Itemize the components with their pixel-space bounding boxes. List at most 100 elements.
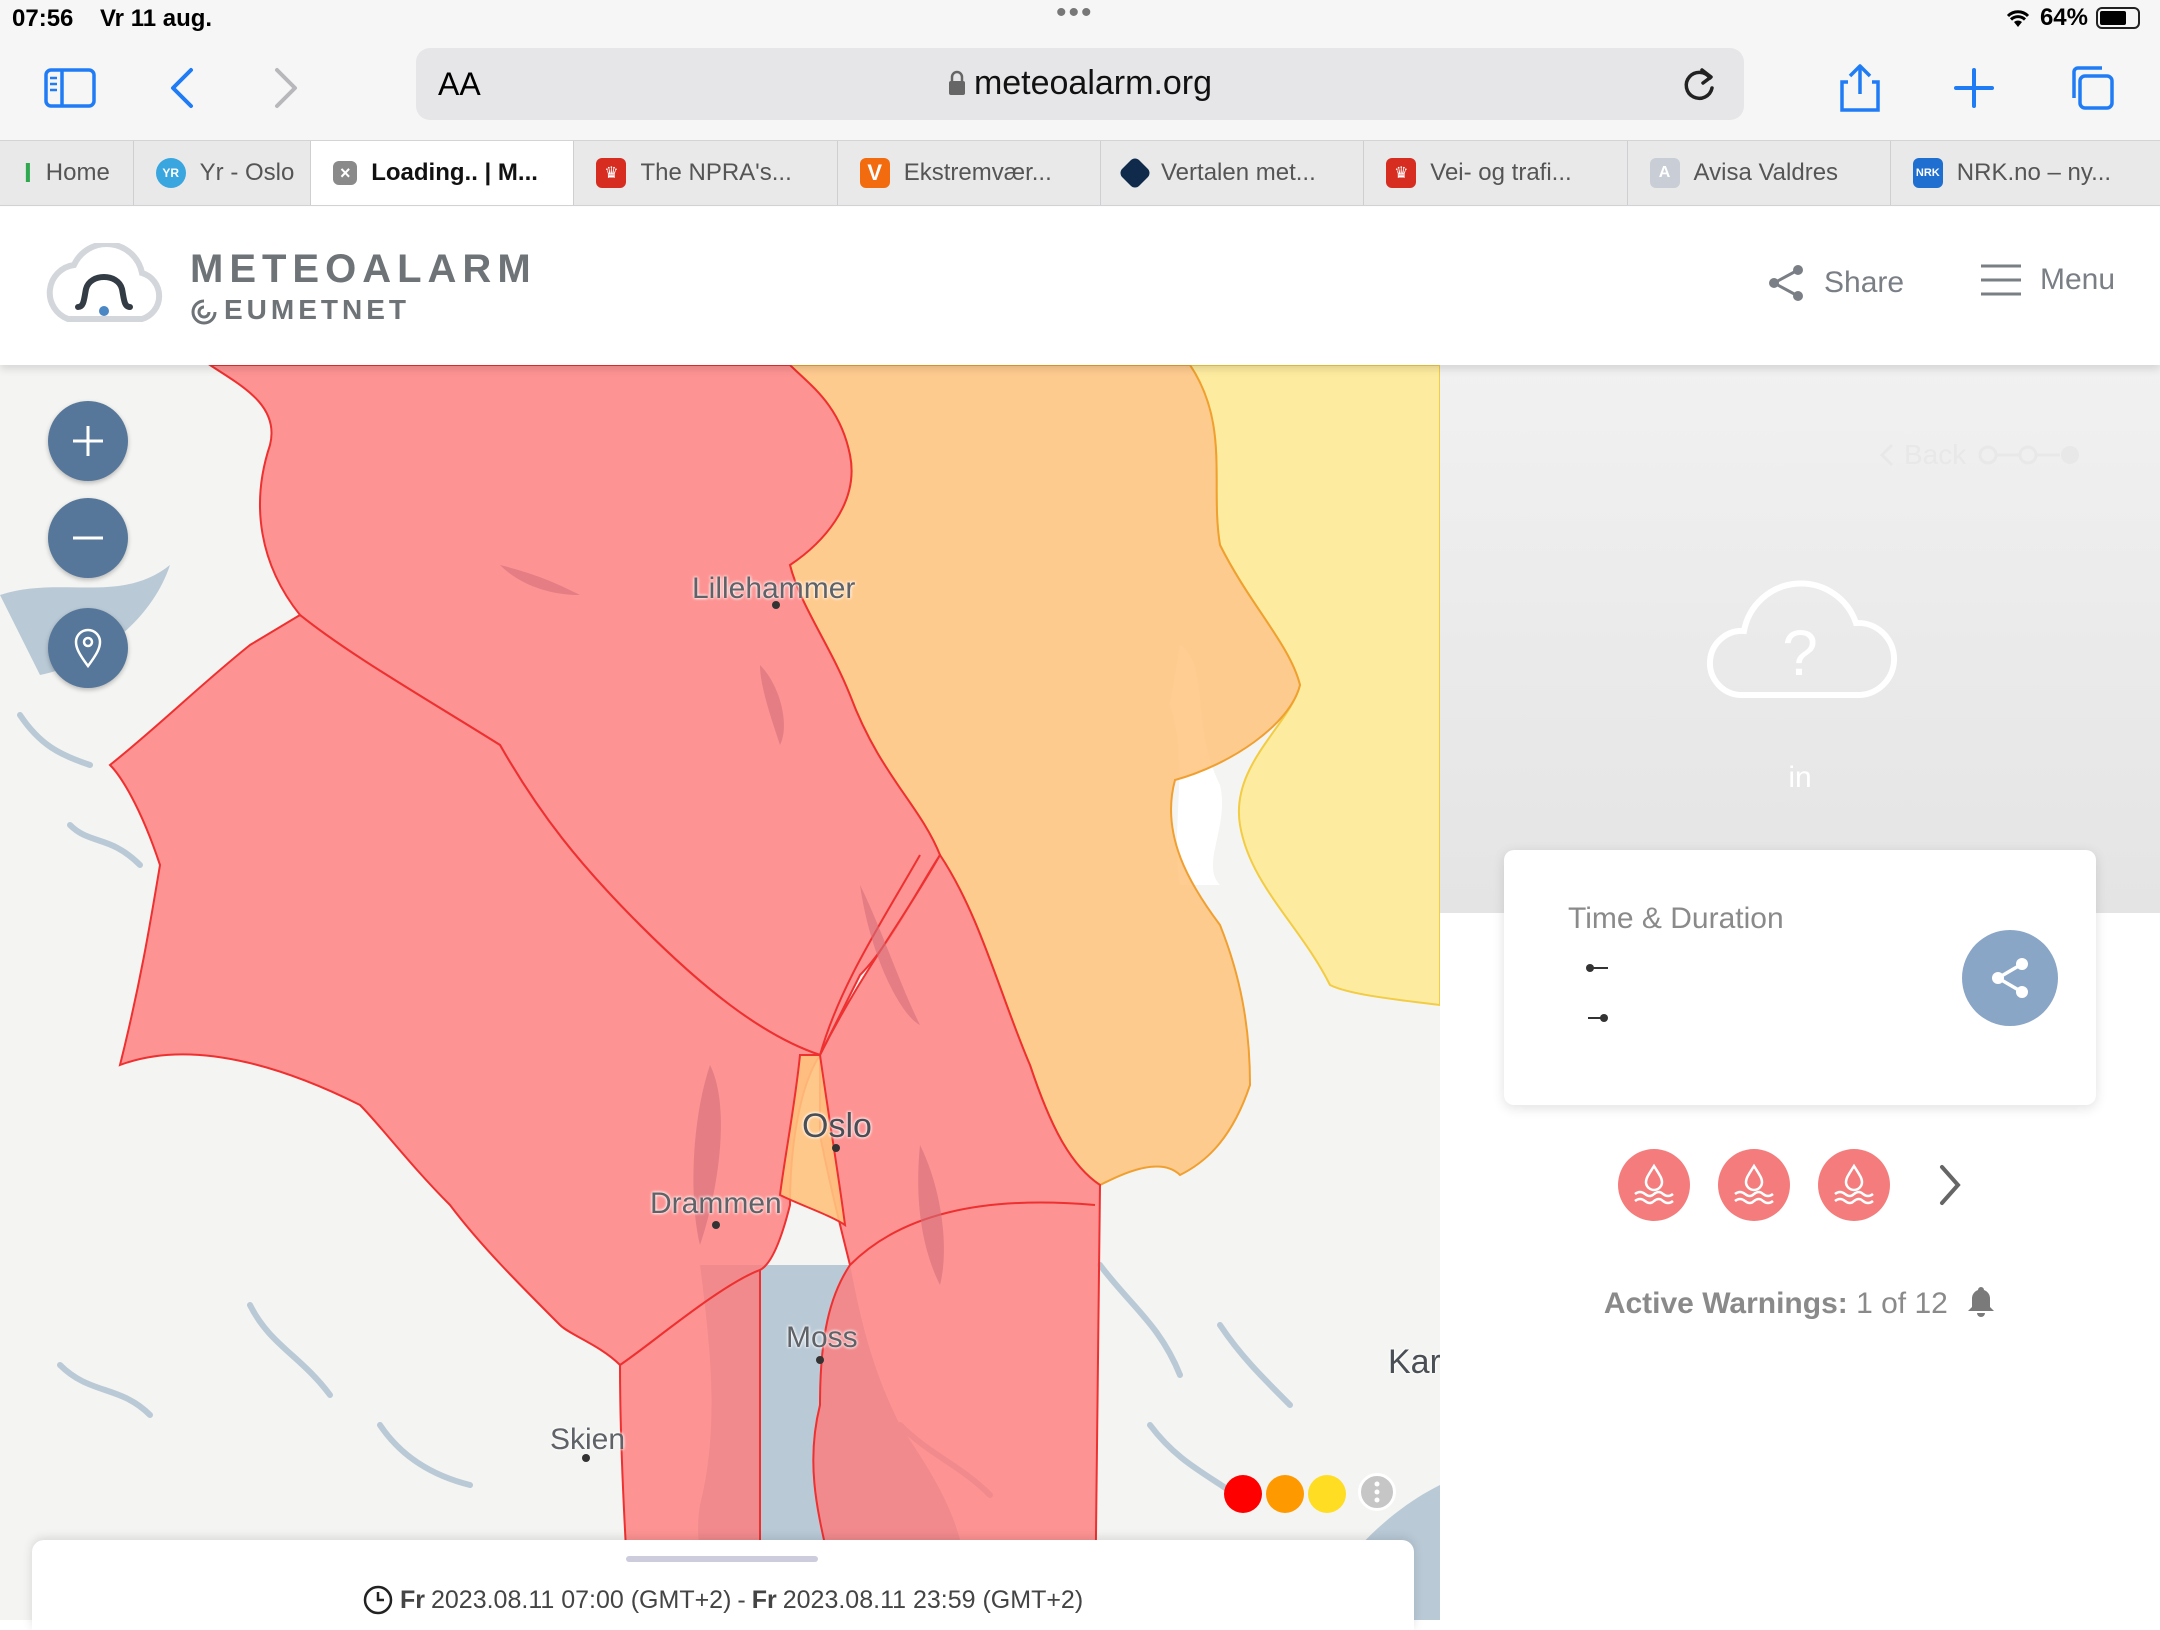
share-label: Share (1824, 266, 1905, 299)
time-to: 2023.08.11 23:59 (GMT+2) (782, 1585, 1084, 1614)
tab-bar: I Home YR Yr - Oslo × Loading.. | M... ♛… (0, 140, 2160, 206)
plus-icon (73, 426, 103, 456)
card-share-button[interactable] (1962, 930, 2058, 1026)
card-title: Time & Duration (1568, 902, 1784, 935)
tab-label: Home (45, 159, 110, 186)
tab-meteoalarm-active[interactable]: × Loading.. | M... (311, 141, 575, 205)
region-in-label: in (1788, 761, 1812, 794)
menu-label: Menu (2040, 263, 2116, 296)
menu-button[interactable]: Menu (1980, 263, 2115, 297)
active-warnings: Active Warnings: 1 of 12 (1440, 1285, 2160, 1321)
stepper-progress-icon (1978, 445, 2080, 465)
warning-panel: Back ? in Time & Duration Active Warning… (1440, 365, 2160, 1620)
brand-title: METEOALARM (190, 247, 537, 291)
share-nodes-icon (1992, 958, 2028, 998)
warning-panel-header: Back ? in (1440, 365, 2160, 913)
legend-info-button[interactable] (1358, 1473, 1396, 1511)
unknown-weather-icon: ? (1707, 580, 1898, 698)
eumetnet-swirl-icon (191, 299, 217, 325)
active-warnings-count: 1 of 12 (1856, 1287, 1948, 1320)
time-from: 2023.08.11 07:00 (GMT+2) (431, 1585, 732, 1614)
locate-me-button[interactable] (48, 608, 128, 688)
time-range-bar[interactable]: Fr 2023.08.11 07:00 (GMT+2) - Fr 2023.08… (32, 1540, 1414, 1630)
tab-npra[interactable]: ♛ The NPRA's... (574, 141, 838, 205)
map-label-oslo: Oslo (802, 1107, 872, 1145)
status-time: 07:56 (12, 5, 74, 32)
tab-label: The NPRA's... (640, 159, 792, 186)
avisa-favicon-icon: A (1649, 158, 1680, 188)
warning-map[interactable]: Lillehammer Oslo Drammen Moss Skien Kar (0, 365, 1440, 1620)
hamburger-menu-icon (1981, 264, 2021, 296)
time-to-day: Fr (751, 1585, 777, 1614)
brand-subtitle: EUMETNET (190, 294, 537, 326)
new-tab-icon[interactable] (1944, 58, 2004, 118)
share-icon[interactable] (1830, 58, 1890, 118)
reload-icon[interactable] (1680, 64, 1718, 104)
tab-label: Loading.. | M... (371, 159, 538, 186)
npra-favicon-icon: ♛ (596, 158, 627, 188)
map-label-skien: Skien (550, 1423, 626, 1456)
map-label-drammen: Drammen (650, 1187, 782, 1220)
tab-ekstremvaer[interactable]: V Ekstremvær... (838, 141, 1101, 205)
meteoalarm-logo-icon[interactable] (38, 243, 170, 329)
battery-percentage: 64% (2039, 4, 2088, 31)
map-label-lillehammer: Lillehammer (692, 572, 856, 605)
close-tab-icon[interactable]: × (333, 161, 358, 185)
legend-orange-dot (1266, 1475, 1304, 1513)
svg-text:?: ? (1782, 617, 1818, 689)
time-from-day: Fr (400, 1585, 425, 1614)
tab-label: NRK.no – ny... (1956, 159, 2112, 186)
location-pin-icon (74, 628, 102, 668)
tab-label: Ekstremvær... (903, 159, 1052, 186)
back-label: Back (1904, 439, 1967, 470)
npra-favicon-icon: ♛ (1386, 158, 1417, 188)
tab-label: Vei- og trafi... (1430, 159, 1572, 186)
share-button[interactable]: Share (1766, 263, 1904, 303)
wifi-icon (2006, 10, 2030, 27)
legend-red-dot (1224, 1475, 1262, 1513)
more-vertical-icon (1374, 1481, 1380, 1503)
tab-nrk[interactable]: NRK NRK.no – ny... (1891, 141, 2160, 205)
browser-toolbar: AA meteoalarm.org (0, 40, 2160, 140)
zoom-out-button[interactable] (48, 498, 128, 578)
drag-handle[interactable] (626, 1556, 818, 1562)
site-header: METEOALARM EUMETNET Share Menu (0, 207, 2160, 365)
tab-overview-icon[interactable] (2062, 58, 2122, 118)
tab-avisa-valdres[interactable]: A Avisa Valdres (1628, 141, 1891, 205)
back-link[interactable]: Back (1880, 439, 2086, 471)
chevron-right-icon[interactable] (1936, 1163, 1964, 1207)
legend-yellow-dot (1308, 1475, 1346, 1513)
time-duration-card: Time & Duration (1504, 850, 2096, 1105)
active-warnings-label: Active Warnings: (1603, 1287, 1848, 1320)
minus-icon (73, 536, 103, 540)
address-bar[interactable]: AA meteoalarm.org (416, 48, 1744, 120)
tab-label: Avisa Valdres (1693, 159, 1839, 186)
vg-favicon-icon: V (859, 158, 890, 188)
tab-yr-oslo[interactable]: YR Yr - Oslo (134, 141, 312, 205)
nrk-favicon-icon: NRK (1912, 158, 1943, 188)
clock-icon (363, 1585, 393, 1615)
share-nodes-icon (1769, 265, 1803, 301)
flood-warning-icon[interactable] (1618, 1149, 1690, 1221)
status-bar: 07:56 Vr 11 aug. ••• 64% (0, 0, 2160, 40)
sidebar-toggle-icon[interactable] (40, 58, 100, 118)
tab-vertalen[interactable]: Vertalen met... (1101, 141, 1365, 205)
brand[interactable]: METEOALARM EUMETNET (190, 247, 537, 326)
map-canvas[interactable] (0, 365, 1440, 1620)
url-text: meteoalarm.org (973, 64, 1213, 102)
flood-warning-icon[interactable] (1718, 1149, 1790, 1221)
multitasking-dots-icon[interactable]: ••• (1056, 0, 1094, 30)
tab-label: Yr - Oslo (199, 159, 295, 186)
tab-vei-og-trafikk[interactable]: ♛ Vei- og trafi... (1364, 141, 1628, 205)
map-label-kar: Kar (1388, 1343, 1440, 1381)
forward-arrow-icon[interactable] (256, 58, 316, 118)
lock-icon (948, 70, 965, 95)
zoom-in-button[interactable] (48, 401, 128, 481)
tab-home[interactable]: I Home (0, 141, 134, 205)
deepl-favicon-icon (1118, 156, 1152, 190)
back-arrow-icon[interactable] (152, 58, 212, 118)
yr-favicon-icon: YR (155, 158, 186, 188)
time-range-arrows-icon (1586, 964, 1608, 1022)
flood-warning-icon[interactable] (1818, 1149, 1890, 1221)
bell-icon[interactable] (1966, 1285, 1996, 1317)
